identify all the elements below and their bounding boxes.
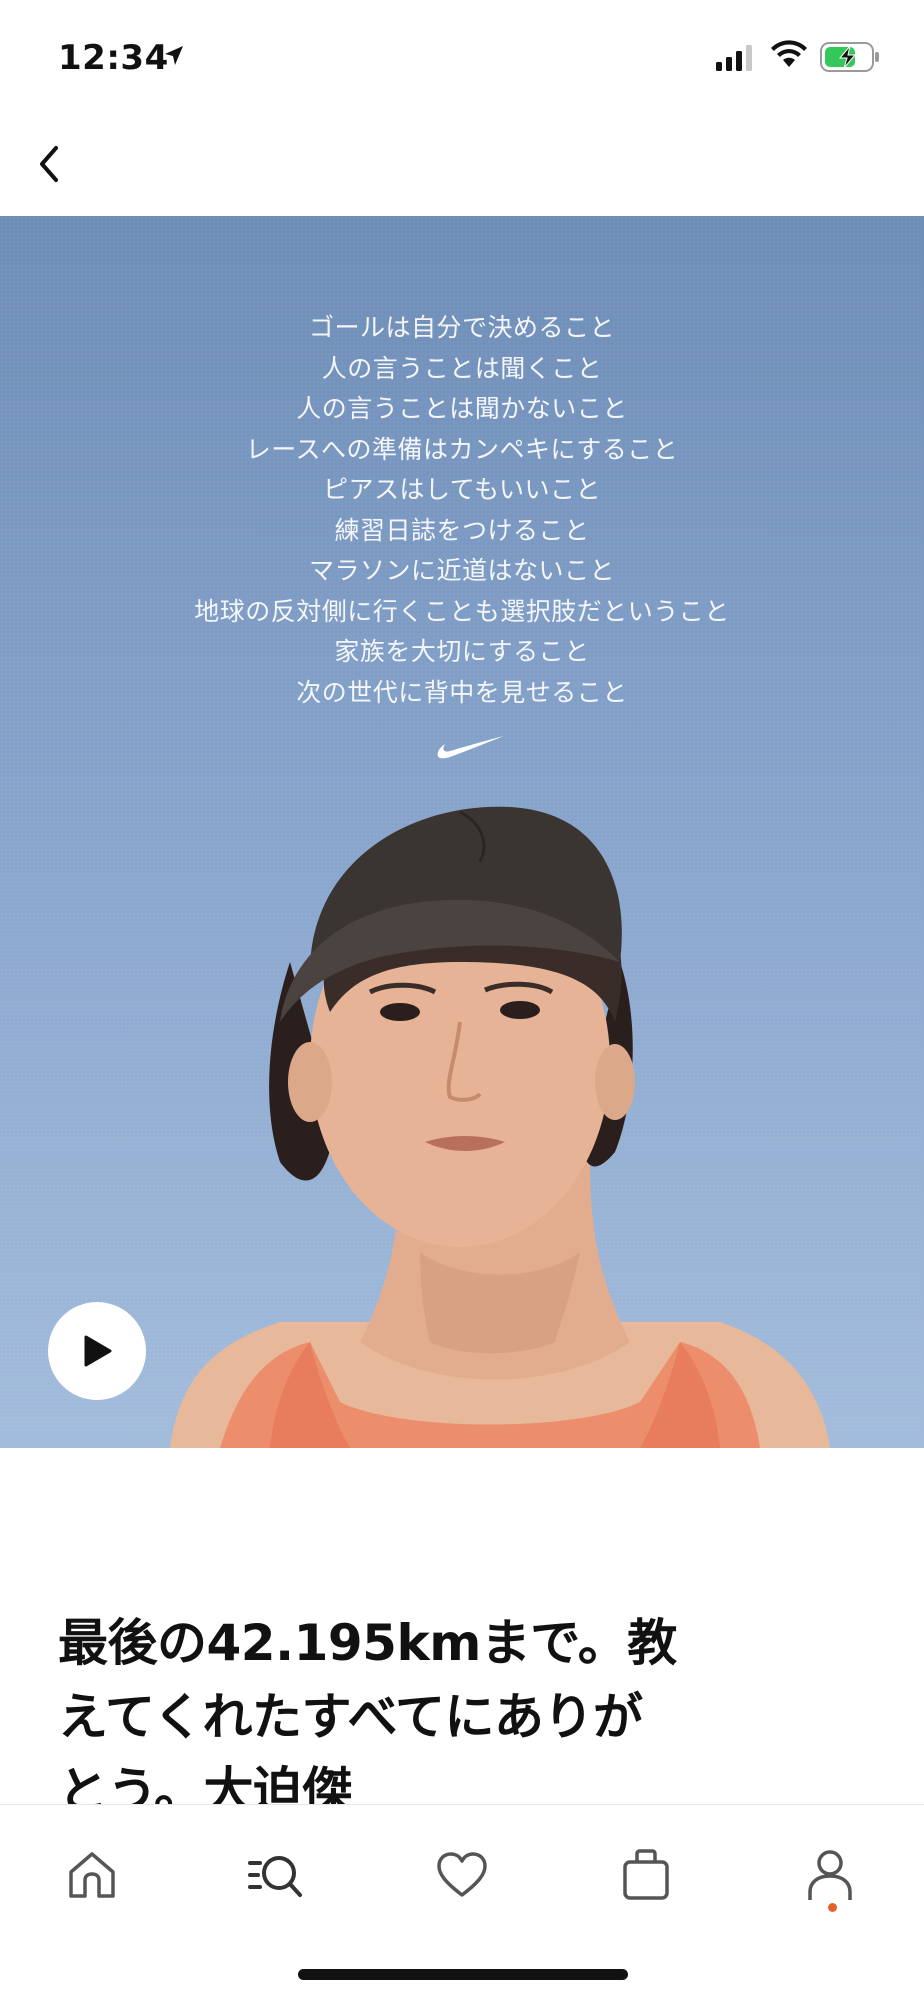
- article-headline: 最後の42.195kmまで。教 えてくれたすべてにありが とう。大迫傑: [58, 1606, 758, 1828]
- poem-line: 家族を大切にすること: [334, 637, 590, 666]
- heart-icon: [437, 1852, 487, 1897]
- headline-line: えてくれたすべてにありが: [58, 1688, 643, 1746]
- home-icon: [69, 1852, 115, 1898]
- tab-discover[interactable]: [236, 1835, 316, 1915]
- hero-media[interactable]: ゴールは自分で決めること 人の言うことは聞くこと 人の言うことは聞かないこと レ…: [0, 216, 924, 1448]
- status-time: 12:34: [58, 38, 169, 78]
- poem-line: 次の世代に背中を見せること: [296, 677, 628, 707]
- signal-icon: [716, 45, 752, 71]
- tab-bar: [0, 1804, 924, 2000]
- poem-text: ゴールは自分で決めること 人の言うことは聞くこと 人の言うことは聞かないこと レ…: [0, 308, 924, 713]
- location-arrow-icon: [165, 46, 183, 65]
- tab-home[interactable]: [52, 1835, 132, 1915]
- tab-favorites[interactable]: [422, 1835, 502, 1915]
- headline-line: 最後の42.195kmまで。教: [58, 1614, 677, 1672]
- poem-line: 練習日誌をつけること: [334, 515, 590, 545]
- runner-photo: [170, 806, 830, 1448]
- swoosh-logo: [437, 736, 504, 759]
- poem-line: レースへの準備はカンペキにすること: [245, 434, 679, 464]
- poem-line: ゴールは自分で決めること: [308, 313, 615, 342]
- play-icon: [84, 1335, 112, 1367]
- wifi-icon: [771, 40, 807, 67]
- poem-line: マラソンに近道はないこと: [308, 556, 615, 585]
- poem-line: 地球の反対側に行くことも選択肢だということ: [194, 596, 730, 626]
- poem-line: ピアスはしてもいいこと: [322, 475, 601, 504]
- play-button[interactable]: [48, 1302, 146, 1400]
- notification-dot: [828, 1903, 837, 1912]
- chevron-left-icon: [40, 146, 58, 182]
- poem-line: 人の言うことは聞かないこと: [296, 394, 628, 423]
- nav-bar: [0, 110, 924, 216]
- home-indicator: [298, 1969, 628, 1980]
- status-bar: 12:34: [0, 0, 924, 110]
- poem-line: 人の言うことは聞くこと: [321, 353, 603, 383]
- user-icon: [808, 1850, 852, 1900]
- search-list-icon: [248, 1856, 302, 1897]
- tab-bag[interactable]: [606, 1835, 686, 1915]
- back-button[interactable]: [24, 136, 74, 192]
- battery-icon: [820, 42, 879, 72]
- bag-icon: [623, 1849, 669, 1900]
